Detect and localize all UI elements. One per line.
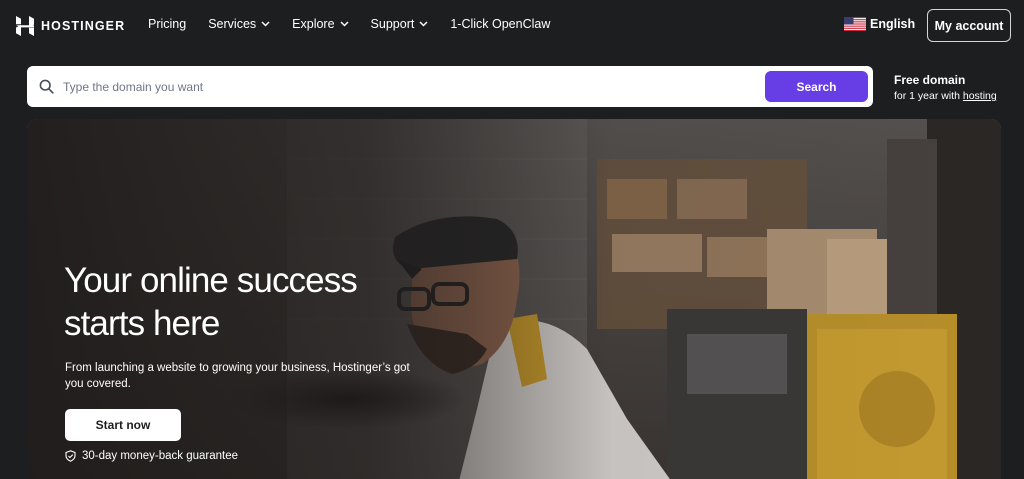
domain-search-input[interactable]: [63, 75, 763, 99]
hosting-link[interactable]: hosting: [963, 90, 997, 102]
chevron-down-icon: [261, 21, 270, 27]
guarantee-text: 30-day money-back guarantee: [82, 450, 238, 462]
chevron-down-icon: [340, 21, 349, 27]
domain-search-bar: Search: [27, 66, 873, 107]
language-selector[interactable]: English: [844, 17, 915, 31]
chevron-down-icon: [419, 21, 428, 27]
hostinger-logo-icon: [16, 16, 34, 36]
nav-item-label: Services: [208, 17, 257, 31]
nav-item-label: Support: [370, 17, 415, 31]
start-now-button[interactable]: Start now: [65, 409, 181, 441]
hero-title: Your online success starts here: [64, 261, 358, 343]
hero-subtitle: From launching a website to growing your…: [65, 362, 410, 390]
my-account-button[interactable]: My account: [927, 9, 1011, 42]
top-navigation: HOSTINGER Pricing Services Explore Suppo…: [0, 0, 1024, 52]
nav-item-label: 1-Click OpenClaw: [450, 17, 551, 31]
free-domain-subtitle: for 1 year with hosting: [894, 89, 997, 103]
nav-item-explore[interactable]: Explore: [292, 17, 349, 31]
language-label: English: [870, 17, 916, 31]
free-domain-promo: Free domain for 1 year with hosting: [894, 73, 997, 103]
shield-check-icon: [65, 450, 76, 462]
free-domain-subtitle-text: for 1 year with: [894, 90, 963, 102]
us-flag-icon: [844, 17, 866, 31]
money-back-guarantee: 30-day money-back guarantee: [65, 450, 238, 462]
search-button[interactable]: Search: [765, 71, 868, 102]
main-nav: Pricing Services Explore Support 1-Click…: [148, 17, 572, 31]
logo-text: HOSTINGER: [41, 19, 126, 33]
search-icon: [39, 79, 54, 94]
hero-banner: Your online success starts here From lau…: [27, 119, 1001, 479]
hostinger-logo[interactable]: HOSTINGER: [16, 15, 125, 37]
nav-item-pricing[interactable]: Pricing: [148, 17, 186, 31]
nav-item-openclaw[interactable]: 1-Click OpenClaw: [450, 17, 550, 31]
nav-item-support[interactable]: Support: [371, 17, 429, 31]
nav-item-label: Explore: [292, 17, 335, 31]
nav-item-services[interactable]: Services: [208, 17, 270, 31]
free-domain-title: Free domain: [894, 73, 966, 87]
nav-item-label: Pricing: [148, 17, 187, 31]
